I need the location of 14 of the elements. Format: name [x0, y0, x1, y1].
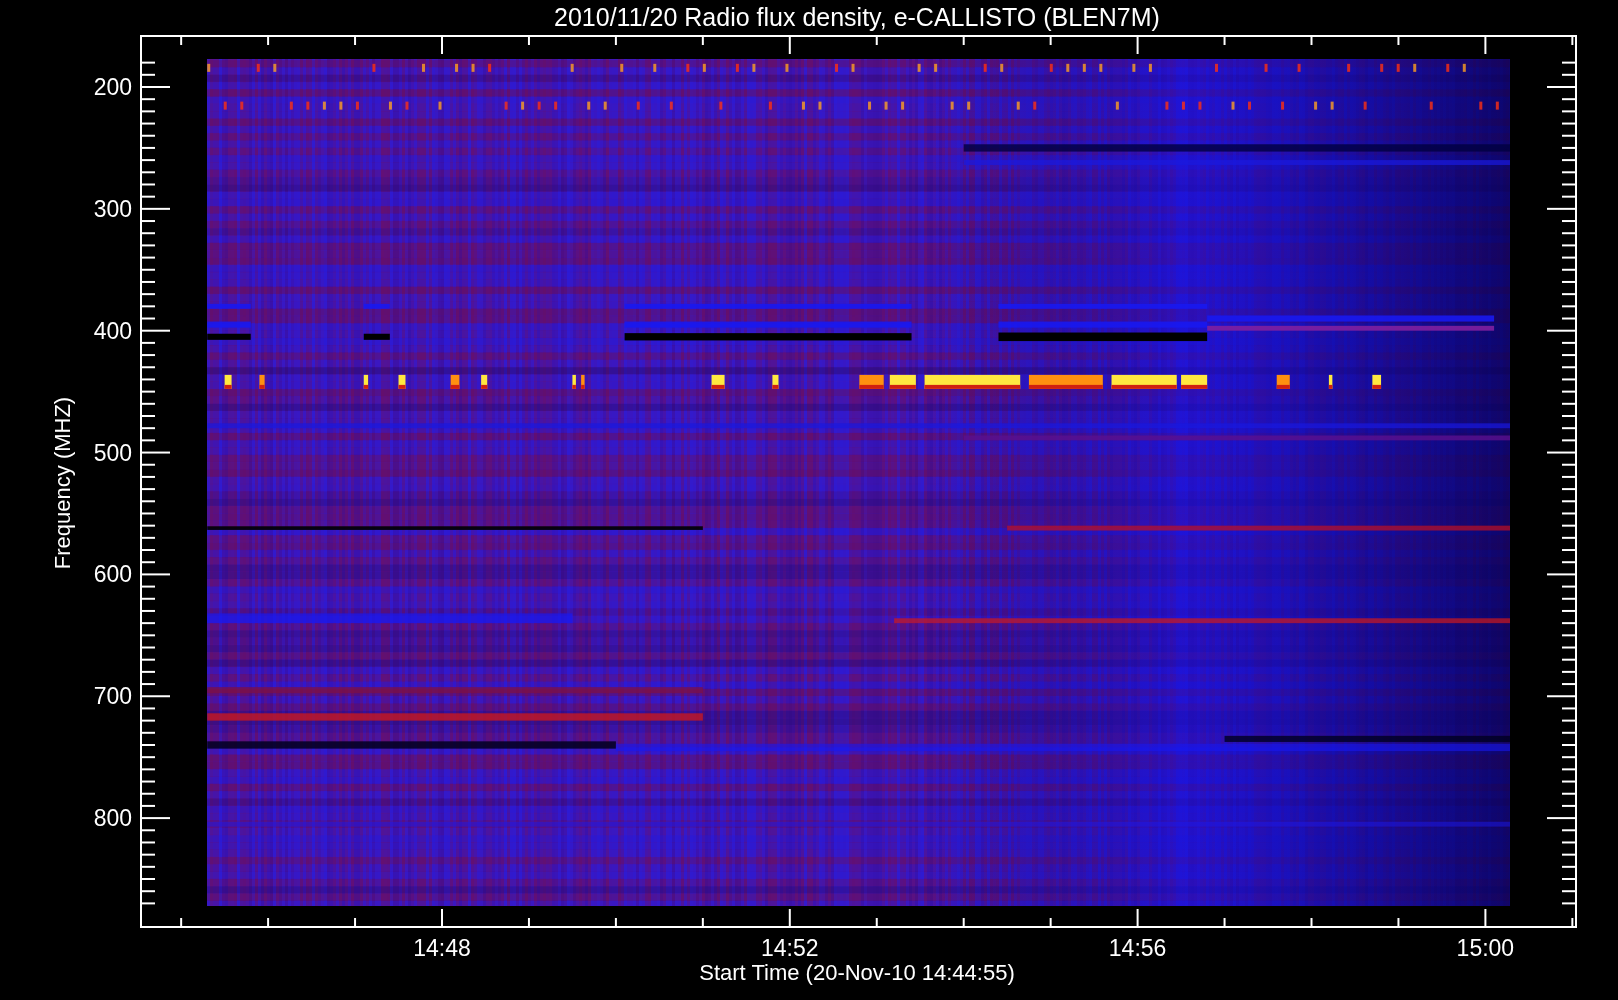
tick-label: 700 — [93, 683, 132, 710]
axis-title: Frequency (MHZ) — [50, 396, 75, 570]
tick-label: 14:52 — [761, 935, 819, 961]
tick-label: 14:56 — [1108, 935, 1167, 961]
tick-label: 200 — [93, 74, 132, 100]
tick-label: 400 — [93, 317, 132, 344]
chart-title: 2010/11/20 Radio flux density, e-CALLISTO (BLEN7M) — [554, 3, 1160, 31]
tick-label: 500 — [93, 439, 132, 466]
tick-label: 600 — [93, 561, 132, 588]
tick-label: 800 — [93, 805, 132, 832]
tick-label: 300 — [93, 195, 132, 222]
tick-label: 15:00 — [1456, 935, 1515, 961]
axis-title: Start Time (20-Nov-10 14:44:55) — [699, 960, 1015, 985]
tick-label: 14:48 — [413, 935, 471, 961]
